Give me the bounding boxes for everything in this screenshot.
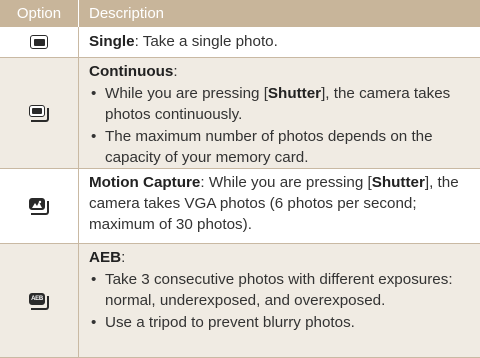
option-cell [0,27,79,57]
list-item: The maximum number of photos depends on … [89,126,472,168]
table-row-continuous: Continuous: While you are pressing [Shut… [0,58,480,169]
list-item: While you are pressing [Shutter], the ca… [89,83,472,125]
table-row-aeb: AEB AEB: Take 3 consecutive photos with … [0,244,480,358]
single-shot-icon [30,35,48,49]
option-cell: AEB [0,244,79,357]
bullet-list: Take 3 consecutive photos with different… [89,269,472,333]
header-option: Option [0,0,79,27]
options-table: Option Description Single: Take a single… [0,0,480,358]
description-cell: Single: Take a single photo. [79,27,480,57]
option-cell [0,169,79,243]
list-item: Use a tripod to prevent blurry photos. [89,312,472,333]
description-cell: AEB: Take 3 consecutive photos with diff… [79,244,480,357]
table-row-motion-capture: Motion Capture: While you are pressing [… [0,169,480,244]
motion-capture-icon [29,198,49,215]
description-cell: Continuous: While you are pressing [Shut… [79,58,480,168]
description-cell: Motion Capture: While you are pressing [… [89,174,459,233]
table-row-single: Single: Take a single photo. [0,27,480,58]
continuous-shot-icon [29,105,49,122]
table-header: Option Description [0,0,480,27]
bullet-list: While you are pressing [Shutter], the ca… [89,83,472,168]
option-text: : Take a single photo. [134,33,278,50]
option-title: Continuous [89,63,174,80]
aeb-icon: AEB [29,292,49,310]
option-title: Motion Capture [89,174,201,191]
option-cell [0,58,79,168]
option-title: Single [89,33,135,50]
option-title: AEB [89,249,122,266]
header-description: Description [89,5,165,22]
list-item: Take 3 consecutive photos with different… [89,269,472,311]
